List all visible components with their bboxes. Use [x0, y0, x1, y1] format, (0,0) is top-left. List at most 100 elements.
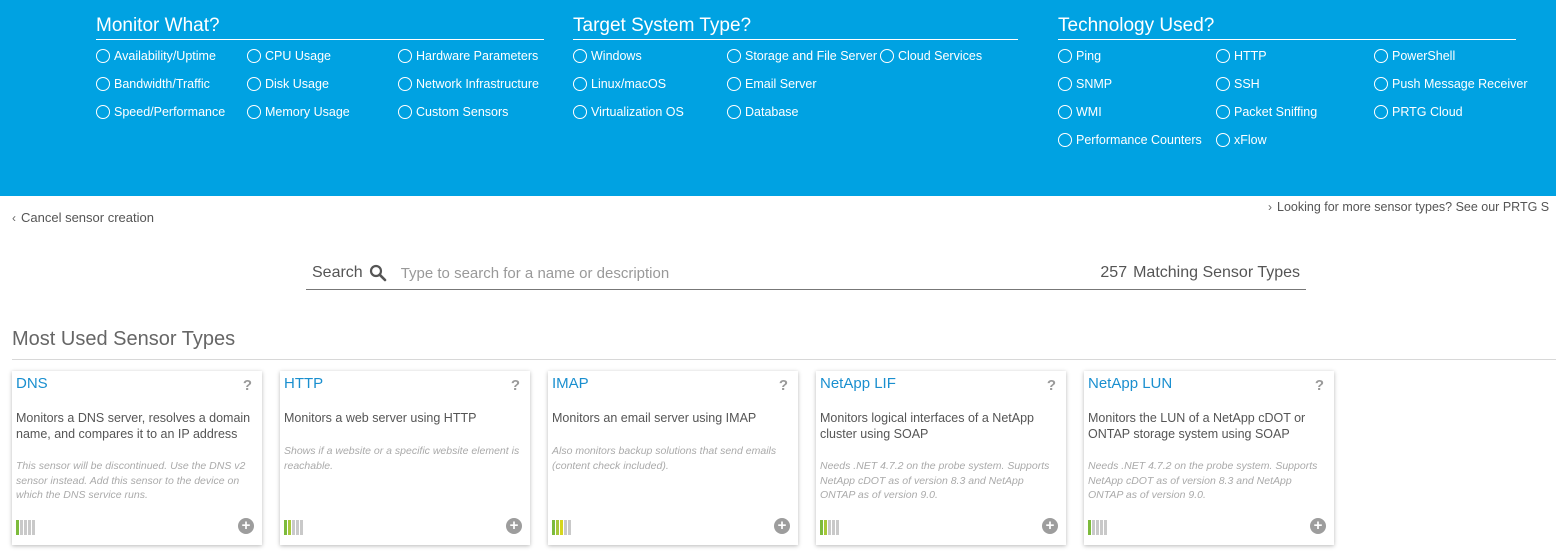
- add-sensor-icon[interactable]: +: [238, 518, 254, 534]
- radio-icon: [247, 49, 261, 63]
- filter-option[interactable]: Push Message Receiver: [1374, 77, 1527, 91]
- filter-option[interactable]: Ping: [1058, 49, 1101, 63]
- sensor-card-title[interactable]: NetApp LUN: [1088, 375, 1172, 392]
- radio-icon: [1216, 105, 1230, 119]
- filter-option[interactable]: Packet Sniffing: [1216, 105, 1317, 119]
- radio-icon: [573, 77, 587, 91]
- radio-icon: [96, 49, 110, 63]
- performance-bar: [284, 520, 287, 535]
- sensor-card-netapp-lif[interactable]: NetApp LIF ? Monitors logical interfaces…: [816, 371, 1066, 545]
- filter-option[interactable]: PRTG Cloud: [1374, 105, 1463, 119]
- radio-icon: [398, 105, 412, 119]
- sensor-card-netapp-lun[interactable]: NetApp LUN ? Monitors the LUN of a NetAp…: [1084, 371, 1334, 545]
- performance-bar: [16, 520, 19, 535]
- filter-option[interactable]: HTTP: [1216, 49, 1267, 63]
- help-icon[interactable]: ?: [1315, 377, 1324, 394]
- sensor-card-title[interactable]: IMAP: [552, 375, 589, 392]
- sensor-card-title[interactable]: NetApp LIF: [820, 375, 896, 392]
- search-input[interactable]: [400, 264, 1061, 282]
- filter-option[interactable]: Hardware Parameters: [398, 49, 538, 63]
- radio-icon: [727, 49, 741, 63]
- performance-bar: [556, 520, 559, 535]
- filter-option[interactable]: Performance Counters: [1058, 133, 1202, 147]
- add-sensor-icon[interactable]: +: [506, 518, 522, 534]
- sensor-card-note: Shows if a website or a specific website…: [284, 445, 520, 472]
- filter-option[interactable]: Virtualization OS: [573, 105, 684, 119]
- radio-icon: [247, 105, 261, 119]
- matching-count-number: 257: [1100, 264, 1128, 281]
- radio-icon: [398, 49, 412, 63]
- radio-icon: [727, 105, 741, 119]
- radio-icon: [1216, 49, 1230, 63]
- performance-impact-bars: [552, 520, 572, 535]
- filter-option[interactable]: CPU Usage: [247, 49, 331, 63]
- sensor-card-note: This sensor will be discontinued. Use th…: [16, 460, 246, 501]
- filter-option[interactable]: Disk Usage: [247, 77, 329, 91]
- radio-icon: [1374, 77, 1388, 91]
- radio-icon: [1058, 49, 1072, 63]
- section-title: Most Used Sensor Types: [12, 328, 236, 350]
- filter-option[interactable]: Email Server: [727, 77, 817, 91]
- filter-group-title: Monitor What?: [96, 14, 544, 40]
- performance-bar: [552, 520, 555, 535]
- filter-option[interactable]: SNMP: [1058, 77, 1112, 91]
- filter-option[interactable]: SSH: [1216, 77, 1260, 91]
- radio-icon: [1216, 133, 1230, 147]
- add-sensor-icon[interactable]: +: [774, 518, 790, 534]
- sensor-card-http[interactable]: HTTP ? Monitors a web server using HTTP …: [280, 371, 530, 545]
- filter-option[interactable]: Availability/Uptime: [96, 49, 216, 63]
- filter-option[interactable]: xFlow: [1216, 133, 1267, 147]
- add-sensor-icon[interactable]: +: [1310, 518, 1326, 534]
- radio-icon: [398, 77, 412, 91]
- sensor-card-title[interactable]: DNS: [16, 375, 48, 392]
- performance-bar: [288, 520, 291, 535]
- performance-bar: [564, 520, 567, 535]
- performance-impact-bars: [284, 520, 304, 535]
- radio-icon: [727, 77, 741, 91]
- sensor-card-description: Monitors a DNS server, resolves a domain…: [16, 411, 251, 441]
- filter-option[interactable]: Bandwidth/Traffic: [96, 77, 210, 91]
- search-icon[interactable]: [369, 264, 387, 282]
- filter-group-monitor: Monitor What?: [96, 14, 544, 40]
- radio-icon: [247, 77, 261, 91]
- filter-group-target: Target System Type?: [573, 14, 1018, 40]
- performance-bar: [832, 520, 835, 535]
- filter-option[interactable]: Custom Sensors: [398, 105, 508, 119]
- radio-icon: [1216, 77, 1230, 91]
- performance-bar: [20, 520, 23, 535]
- filter-option[interactable]: WMI: [1058, 105, 1102, 119]
- search-label: Search: [312, 264, 363, 281]
- search-bar: Search 257 Matching Sensor Types: [306, 257, 1306, 290]
- filter-option[interactable]: Speed/Performance: [96, 105, 225, 119]
- performance-bar: [1096, 520, 1099, 535]
- sensor-card-imap[interactable]: IMAP ? Monitors an email server using IM…: [548, 371, 798, 545]
- filter-option[interactable]: Linux/macOS: [573, 77, 666, 91]
- filter-option[interactable]: Windows: [573, 49, 642, 63]
- sensor-card-description: Monitors a web server using HTTP: [284, 411, 477, 425]
- chevron-right-icon: ›: [1268, 200, 1272, 214]
- add-sensor-icon[interactable]: +: [1042, 518, 1058, 534]
- more-sensor-types-link[interactable]: › Looking for more sensor types? See our…: [1268, 200, 1549, 214]
- sensor-card-note: Needs .NET 4.7.2 on the probe system. Su…: [1088, 460, 1318, 501]
- filter-option[interactable]: Network Infrastructure: [398, 77, 539, 91]
- filter-option[interactable]: Memory Usage: [247, 105, 350, 119]
- help-icon[interactable]: ?: [1047, 377, 1056, 394]
- performance-bar: [300, 520, 303, 535]
- performance-bar: [560, 520, 563, 535]
- cancel-sensor-creation-link[interactable]: ‹ Cancel sensor creation: [12, 210, 154, 225]
- performance-impact-bars: [820, 520, 840, 535]
- help-icon[interactable]: ?: [243, 377, 252, 394]
- radio-icon: [96, 105, 110, 119]
- help-icon[interactable]: ?: [511, 377, 520, 394]
- sensor-card-title[interactable]: HTTP: [284, 375, 323, 392]
- filter-option[interactable]: Cloud Services: [880, 49, 982, 63]
- filter-option[interactable]: Storage and File Server: [727, 49, 877, 63]
- filter-option[interactable]: PowerShell: [1374, 49, 1455, 63]
- filter-group-title: Technology Used?: [1058, 14, 1516, 40]
- sensor-card-dns[interactable]: DNS ? Monitors a DNS server, resolves a …: [12, 371, 262, 545]
- sensor-card-note: Needs .NET 4.7.2 on the probe system. Su…: [820, 460, 1050, 501]
- filter-option[interactable]: Database: [727, 105, 799, 119]
- radio-icon: [573, 105, 587, 119]
- help-icon[interactable]: ?: [779, 377, 788, 394]
- sensor-card-description: Monitors an email server using IMAP: [552, 411, 757, 425]
